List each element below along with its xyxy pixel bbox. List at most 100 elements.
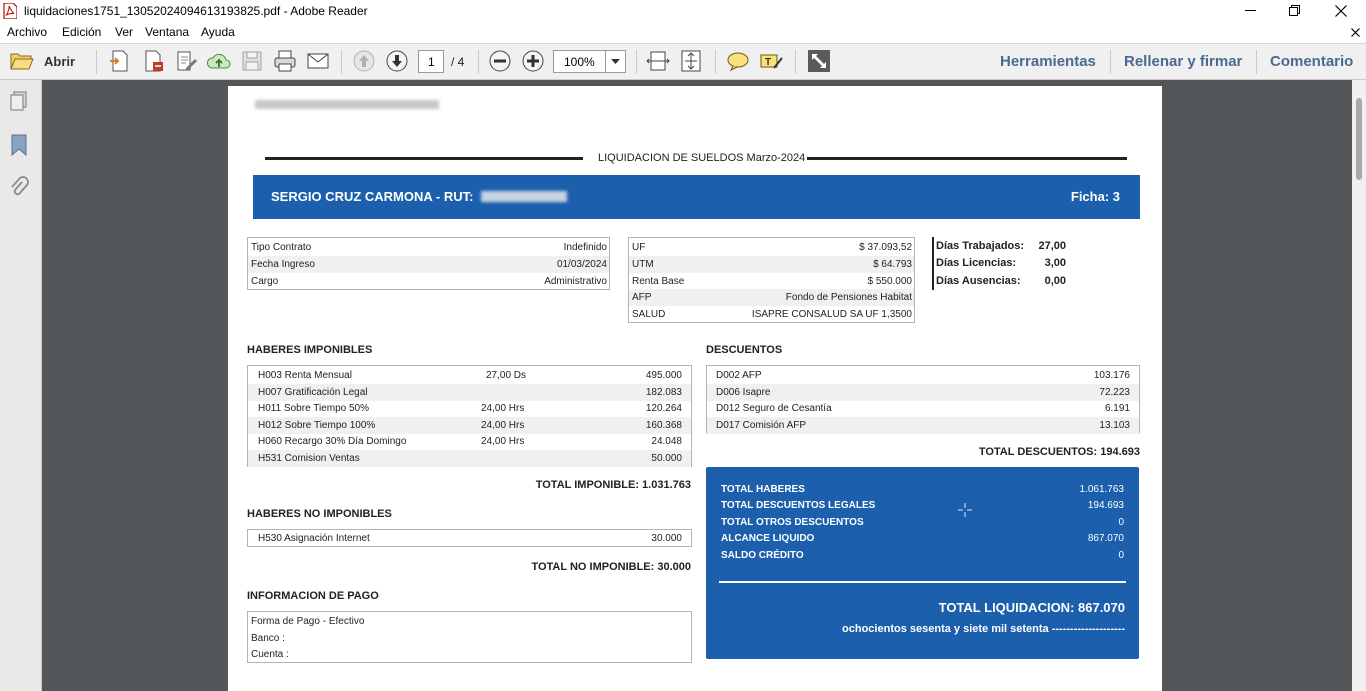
table-row: Tipo Contrato Indefinido: [248, 239, 609, 256]
restore-button[interactable]: [1272, 0, 1318, 23]
quantity: 24,00 Hrs: [481, 403, 525, 414]
create-pdf-icon[interactable]: [107, 48, 133, 74]
total-in-words: ochocientos sesenta y siete mil setenta …: [842, 623, 1125, 635]
restore-icon: [1289, 5, 1300, 16]
concept: H530 Asignación Internet: [258, 533, 370, 544]
table-row: Renta Base $ 550.000: [629, 273, 914, 290]
close-button[interactable]: [1318, 0, 1364, 23]
table-row: H003 Renta Mensual 27,00 Ds 495.000: [248, 367, 691, 384]
open-label: Abrir: [44, 54, 76, 69]
table-row: AFP Fondo de Pensiones Habitat: [629, 289, 914, 306]
table-row: Fecha Ingreso 01/03/2024: [248, 256, 609, 273]
amount: 103.176: [1093, 370, 1130, 381]
concept: D002 AFP: [716, 370, 762, 381]
toolbar-divider: [795, 50, 796, 74]
total-descuentos: TOTAL DESCUENTOS: 194.693: [978, 446, 1140, 458]
summary-label: TOTAL DESCUENTOS LEGALES: [721, 500, 876, 511]
haberes-imponibles-table: H003 Renta Mensual 27,00 Ds 495.000 H007 G…: [247, 365, 692, 467]
table-row: D006 Isapre 72.223: [707, 384, 1139, 401]
summary-label: TOTAL OTROS DESCUENTOS: [721, 517, 864, 528]
quantity: 24,00 Hrs: [481, 420, 525, 431]
bookmarks-icon[interactable]: [9, 133, 29, 157]
summary-value: 0: [1118, 517, 1124, 528]
sticky-note-icon[interactable]: [725, 48, 751, 74]
summary-value: 0: [1118, 550, 1124, 561]
pdf-file-icon: [3, 3, 17, 19]
param-label: UF: [632, 242, 646, 253]
amount: 160.368: [645, 420, 682, 431]
page-thumbnails-icon[interactable]: [8, 90, 30, 112]
title-bar: liquidaciones1751_13052024094613193825.p…: [0, 0, 1366, 23]
menu-ver[interactable]: Ver: [115, 25, 133, 39]
email-icon[interactable]: [305, 48, 331, 74]
employee-name-rut: SERGIO CRUZ CARMONA - RUT:: [271, 189, 474, 204]
table-row: D012 Seguro de Cesantía 6.191: [707, 400, 1139, 417]
days-rule: [932, 237, 934, 290]
fill-sign-panel-button[interactable]: Rellenar y firmar: [1124, 53, 1242, 70]
zoom-out-icon[interactable]: [487, 48, 513, 74]
tools-panel-button[interactable]: Herramientas: [1000, 53, 1096, 70]
highlight-text-icon[interactable]: T: [758, 48, 784, 74]
contract-label: Tipo Contrato: [251, 242, 312, 253]
param-value: $ 64.793: [873, 259, 912, 270]
toolbar-divider: [636, 50, 637, 74]
vertical-scrollbar[interactable]: [1352, 80, 1366, 691]
concept: D006 Isapre: [716, 387, 771, 398]
edit-pdf-icon[interactable]: [173, 48, 199, 74]
chevron-down-icon: [611, 59, 620, 64]
pdf-page: LIQUIDACION DE SUELDOS Marzo-2024 SERGIO…: [228, 86, 1162, 691]
amount: 24.048: [651, 436, 682, 447]
attachments-icon[interactable]: [9, 176, 29, 200]
days-value: 0,00: [1044, 275, 1066, 287]
zoom-in-icon[interactable]: [520, 48, 546, 74]
minimize-button[interactable]: [1228, 0, 1274, 23]
concept: H007 Gratificación Legal: [258, 387, 368, 398]
concept: H060 Recargo 30% Día Domingo: [258, 436, 407, 447]
open-button[interactable]: Abrir: [8, 48, 80, 74]
quantity: 27,00 Ds: [486, 370, 527, 381]
concept: H011 Sobre Tiempo 50%: [258, 403, 369, 414]
table-row: H530 Asignación Internet 30.000: [248, 530, 691, 547]
fit-width-icon[interactable]: [645, 48, 671, 74]
export-pdf-icon[interactable]: [140, 48, 166, 74]
next-page-icon[interactable]: [384, 48, 410, 74]
table-row: D002 AFP 103.176: [707, 367, 1139, 384]
section-heading: DESCUENTOS: [706, 344, 783, 356]
full-screen-icon[interactable]: [806, 48, 832, 74]
amount: 72.223: [1099, 387, 1130, 398]
scrollbar-thumb[interactable]: [1356, 98, 1362, 180]
amount: 495.000: [645, 370, 682, 381]
print-icon[interactable]: [272, 48, 298, 74]
contract-label: Fecha Ingreso: [251, 259, 315, 270]
close-icon: [1335, 5, 1347, 17]
fit-page-icon[interactable]: [678, 48, 704, 74]
save-icon[interactable]: [239, 48, 265, 74]
menu-ventana[interactable]: Ventana: [145, 25, 189, 39]
upload-cloud-icon[interactable]: [206, 48, 232, 74]
concept: H531 Comision Ventas: [258, 453, 360, 464]
table-row: UF $ 37.093,52: [629, 239, 914, 256]
param-value: $ 550.000: [867, 276, 913, 287]
page-total: / 4: [451, 55, 465, 69]
crosshair-cursor-icon: [958, 503, 972, 517]
close-document-icon[interactable]: [1351, 28, 1360, 37]
menu-archivo[interactable]: Archivo: [7, 25, 47, 39]
page-number-input[interactable]: 1: [418, 50, 444, 73]
toolbar-divider: [1256, 50, 1257, 74]
previous-page-icon[interactable]: [351, 48, 377, 74]
table-row: Cargo Administrativo: [248, 273, 609, 290]
zoom-value: 100%: [564, 55, 595, 69]
param-value: ISAPRE CONSALUD SA UF 1,3500: [751, 309, 912, 320]
quantity: 24,00 Hrs: [481, 436, 525, 447]
zoom-select[interactable]: 100%: [553, 50, 626, 73]
table-row: H012 Sobre Tiempo 100% 24,00 Hrs 160.368: [248, 417, 691, 434]
total-no-imponible: TOTAL NO IMPONIBLE: 30.000: [531, 561, 691, 573]
table-row: D017 Comisión AFP 13.103: [707, 417, 1139, 434]
title-rule-right: [807, 157, 1127, 160]
toolbar-divider: [341, 50, 342, 74]
menu-edicion[interactable]: Edición: [62, 25, 101, 39]
comment-panel-button[interactable]: Comentario: [1270, 53, 1353, 70]
menu-ayuda[interactable]: Ayuda: [201, 25, 235, 39]
table-row: Cuenta :: [248, 646, 691, 663]
minimize-icon: [1245, 10, 1256, 11]
